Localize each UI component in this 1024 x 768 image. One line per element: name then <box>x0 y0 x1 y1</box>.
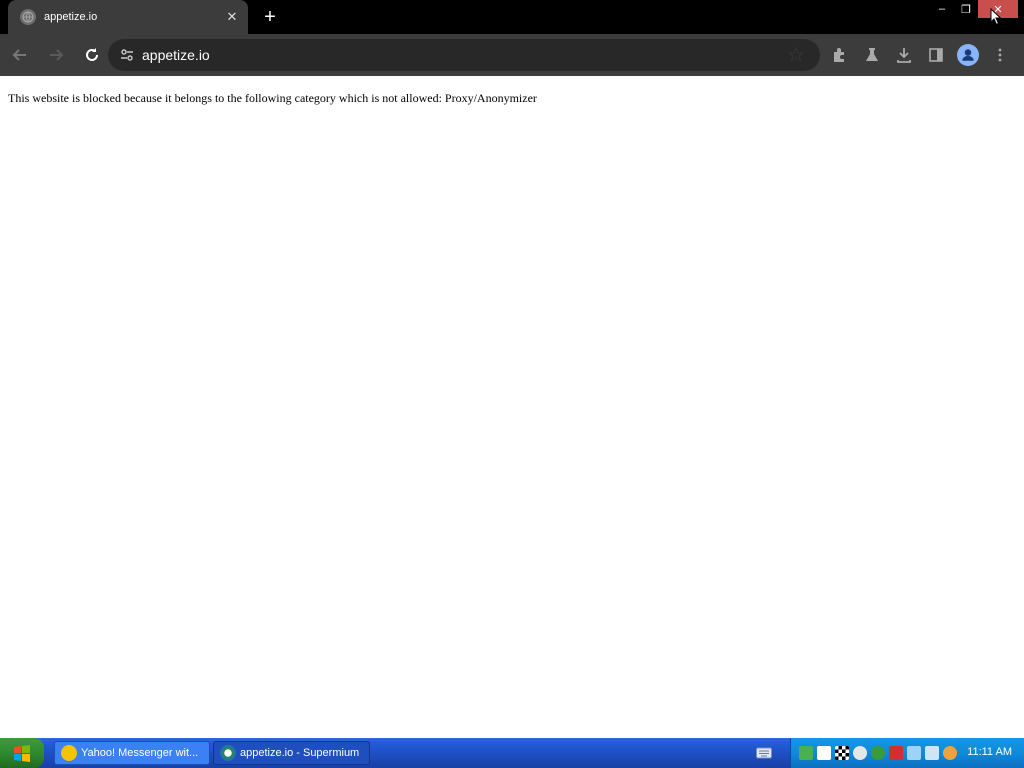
checkered-icon[interactable] <box>835 746 849 760</box>
mouse-cursor-icon <box>990 8 1002 26</box>
task-label: appetize.io - Supermium <box>240 747 360 759</box>
supermium-icon <box>220 745 236 761</box>
reload-icon <box>86 48 98 61</box>
side-panel-button[interactable] <box>920 39 952 71</box>
clock[interactable]: 11:11 AM <box>967 746 1012 758</box>
network-icon[interactable] <box>799 746 813 760</box>
task-label: Yahoo! Messenger wit... <box>81 747 199 759</box>
taskbar-item-yahoo-messenger[interactable]: Yahoo! Messenger wit... <box>54 741 210 765</box>
back-button[interactable] <box>4 39 36 71</box>
side-panel-icon <box>929 48 943 62</box>
shield-icon[interactable] <box>889 746 903 760</box>
restore-button[interactable]: ❐ <box>954 0 978 18</box>
site-settings-icon[interactable] <box>118 46 136 64</box>
windows-logo-icon <box>14 745 30 762</box>
address-bar[interactable]: appetize.io <box>108 39 820 71</box>
start-button[interactable] <box>0 738 44 768</box>
reload-button[interactable] <box>76 39 108 71</box>
profile-button[interactable] <box>952 39 984 71</box>
forward-button[interactable] <box>40 39 72 71</box>
downloads-button[interactable] <box>888 39 920 71</box>
yahoo-smiley-icon <box>61 745 77 761</box>
system-tray: 11:11 AM <box>790 738 1024 768</box>
menu-button[interactable] <box>984 39 1016 71</box>
minimize-button[interactable]: – <box>930 0 954 18</box>
page-content: This website is blocked because it belon… <box>0 76 1024 738</box>
new-tab-button[interactable]: + <box>258 6 282 28</box>
extensions-button[interactable] <box>824 39 856 71</box>
taskbar: Yahoo! Messenger wit... appetize.io - Su… <box>0 738 1024 768</box>
minus-circle-icon[interactable] <box>853 746 867 760</box>
arrow-right-icon <box>50 49 64 61</box>
kebab-menu-icon <box>998 48 1002 62</box>
wifi-icon[interactable] <box>907 746 921 760</box>
download-icon <box>897 48 911 63</box>
v-app-icon[interactable] <box>817 746 831 760</box>
url-text[interactable]: appetize.io <box>142 47 786 63</box>
avatar-icon <box>957 44 979 66</box>
arrow-left-icon <box>12 49 26 61</box>
keyboard-icon[interactable] <box>756 747 772 759</box>
search-icon[interactable] <box>943 746 957 760</box>
flask-icon <box>866 48 878 61</box>
tab-strip: appetize.io ✕ + – ❐ ✕ <box>0 0 1024 34</box>
bookmark-star-icon[interactable] <box>786 45 806 65</box>
window-controls: – ❐ ✕ <box>930 0 1018 18</box>
blocked-message: This website is blocked because it belon… <box>8 91 537 105</box>
browser-tab[interactable]: appetize.io ✕ <box>8 0 248 34</box>
globe-tray-icon[interactable] <box>871 746 885 760</box>
monitor-icon[interactable] <box>925 746 939 760</box>
browser-toolbar: appetize.io <box>0 34 1024 76</box>
puzzle-icon <box>834 48 844 62</box>
taskbar-item-supermium[interactable]: appetize.io - Supermium <box>213 741 370 765</box>
globe-icon <box>20 9 36 25</box>
labs-button[interactable] <box>856 39 888 71</box>
tab-title: appetize.io <box>44 11 98 23</box>
tab-close-icon[interactable]: ✕ <box>224 9 240 25</box>
toolbar-actions <box>824 39 1016 71</box>
